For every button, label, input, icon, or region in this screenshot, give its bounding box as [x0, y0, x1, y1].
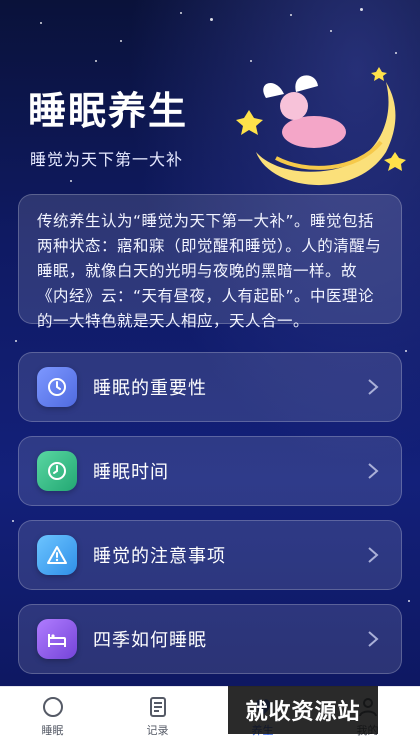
warning-icon — [37, 535, 77, 575]
tab-sleep[interactable]: 睡眠 — [0, 687, 105, 747]
bed-icon — [37, 619, 77, 659]
intro-card: 传统养生认为“睡觉为天下第一大补”。睡觉包括两种状态：寤和寐（即觉醒和睡觉）。人… — [18, 194, 402, 330]
record-icon — [149, 697, 166, 717]
chevron-right-icon — [368, 547, 379, 563]
menu-item-sleep-importance[interactable]: 睡眠的重要性 — [18, 352, 402, 422]
menu-item-sleep-time[interactable]: 睡眠时间 — [18, 436, 402, 506]
menu-item-seasonal-sleep[interactable]: 四季如何睡眠 — [18, 604, 402, 674]
menu-item-label: 四季如何睡眠 — [93, 630, 207, 651]
page-subtitle: 睡觉为天下第一大补 — [30, 150, 184, 169]
sleep-icon — [42, 697, 63, 717]
tab-label: 睡眠 — [41, 724, 64, 737]
menu-item-label: 睡眠时间 — [93, 462, 169, 483]
page-title: 睡眠养生 — [28, 89, 189, 133]
clock-icon — [37, 451, 77, 491]
chevron-right-icon — [368, 379, 379, 395]
tab-label: 记录 — [146, 724, 169, 737]
moon-illustration — [236, 67, 406, 186]
chevron-right-icon — [368, 631, 379, 647]
menu-item-label: 睡觉的注意事项 — [93, 546, 226, 567]
menu-item-sleep-notes[interactable]: 睡觉的注意事项 — [18, 520, 402, 590]
chevron-right-icon — [368, 463, 379, 479]
intro-text: 传统养生认为“睡觉为天下第一大补”。睡觉包括两种状态：寤和寐（即觉醒和睡觉）。人… — [37, 212, 382, 330]
menu-item-label: 睡眠的重要性 — [93, 378, 207, 399]
watermark-badge: 就收资源站 — [228, 686, 378, 734]
moon-clock-icon — [37, 367, 77, 407]
tab-record[interactable]: 记录 — [105, 687, 210, 747]
